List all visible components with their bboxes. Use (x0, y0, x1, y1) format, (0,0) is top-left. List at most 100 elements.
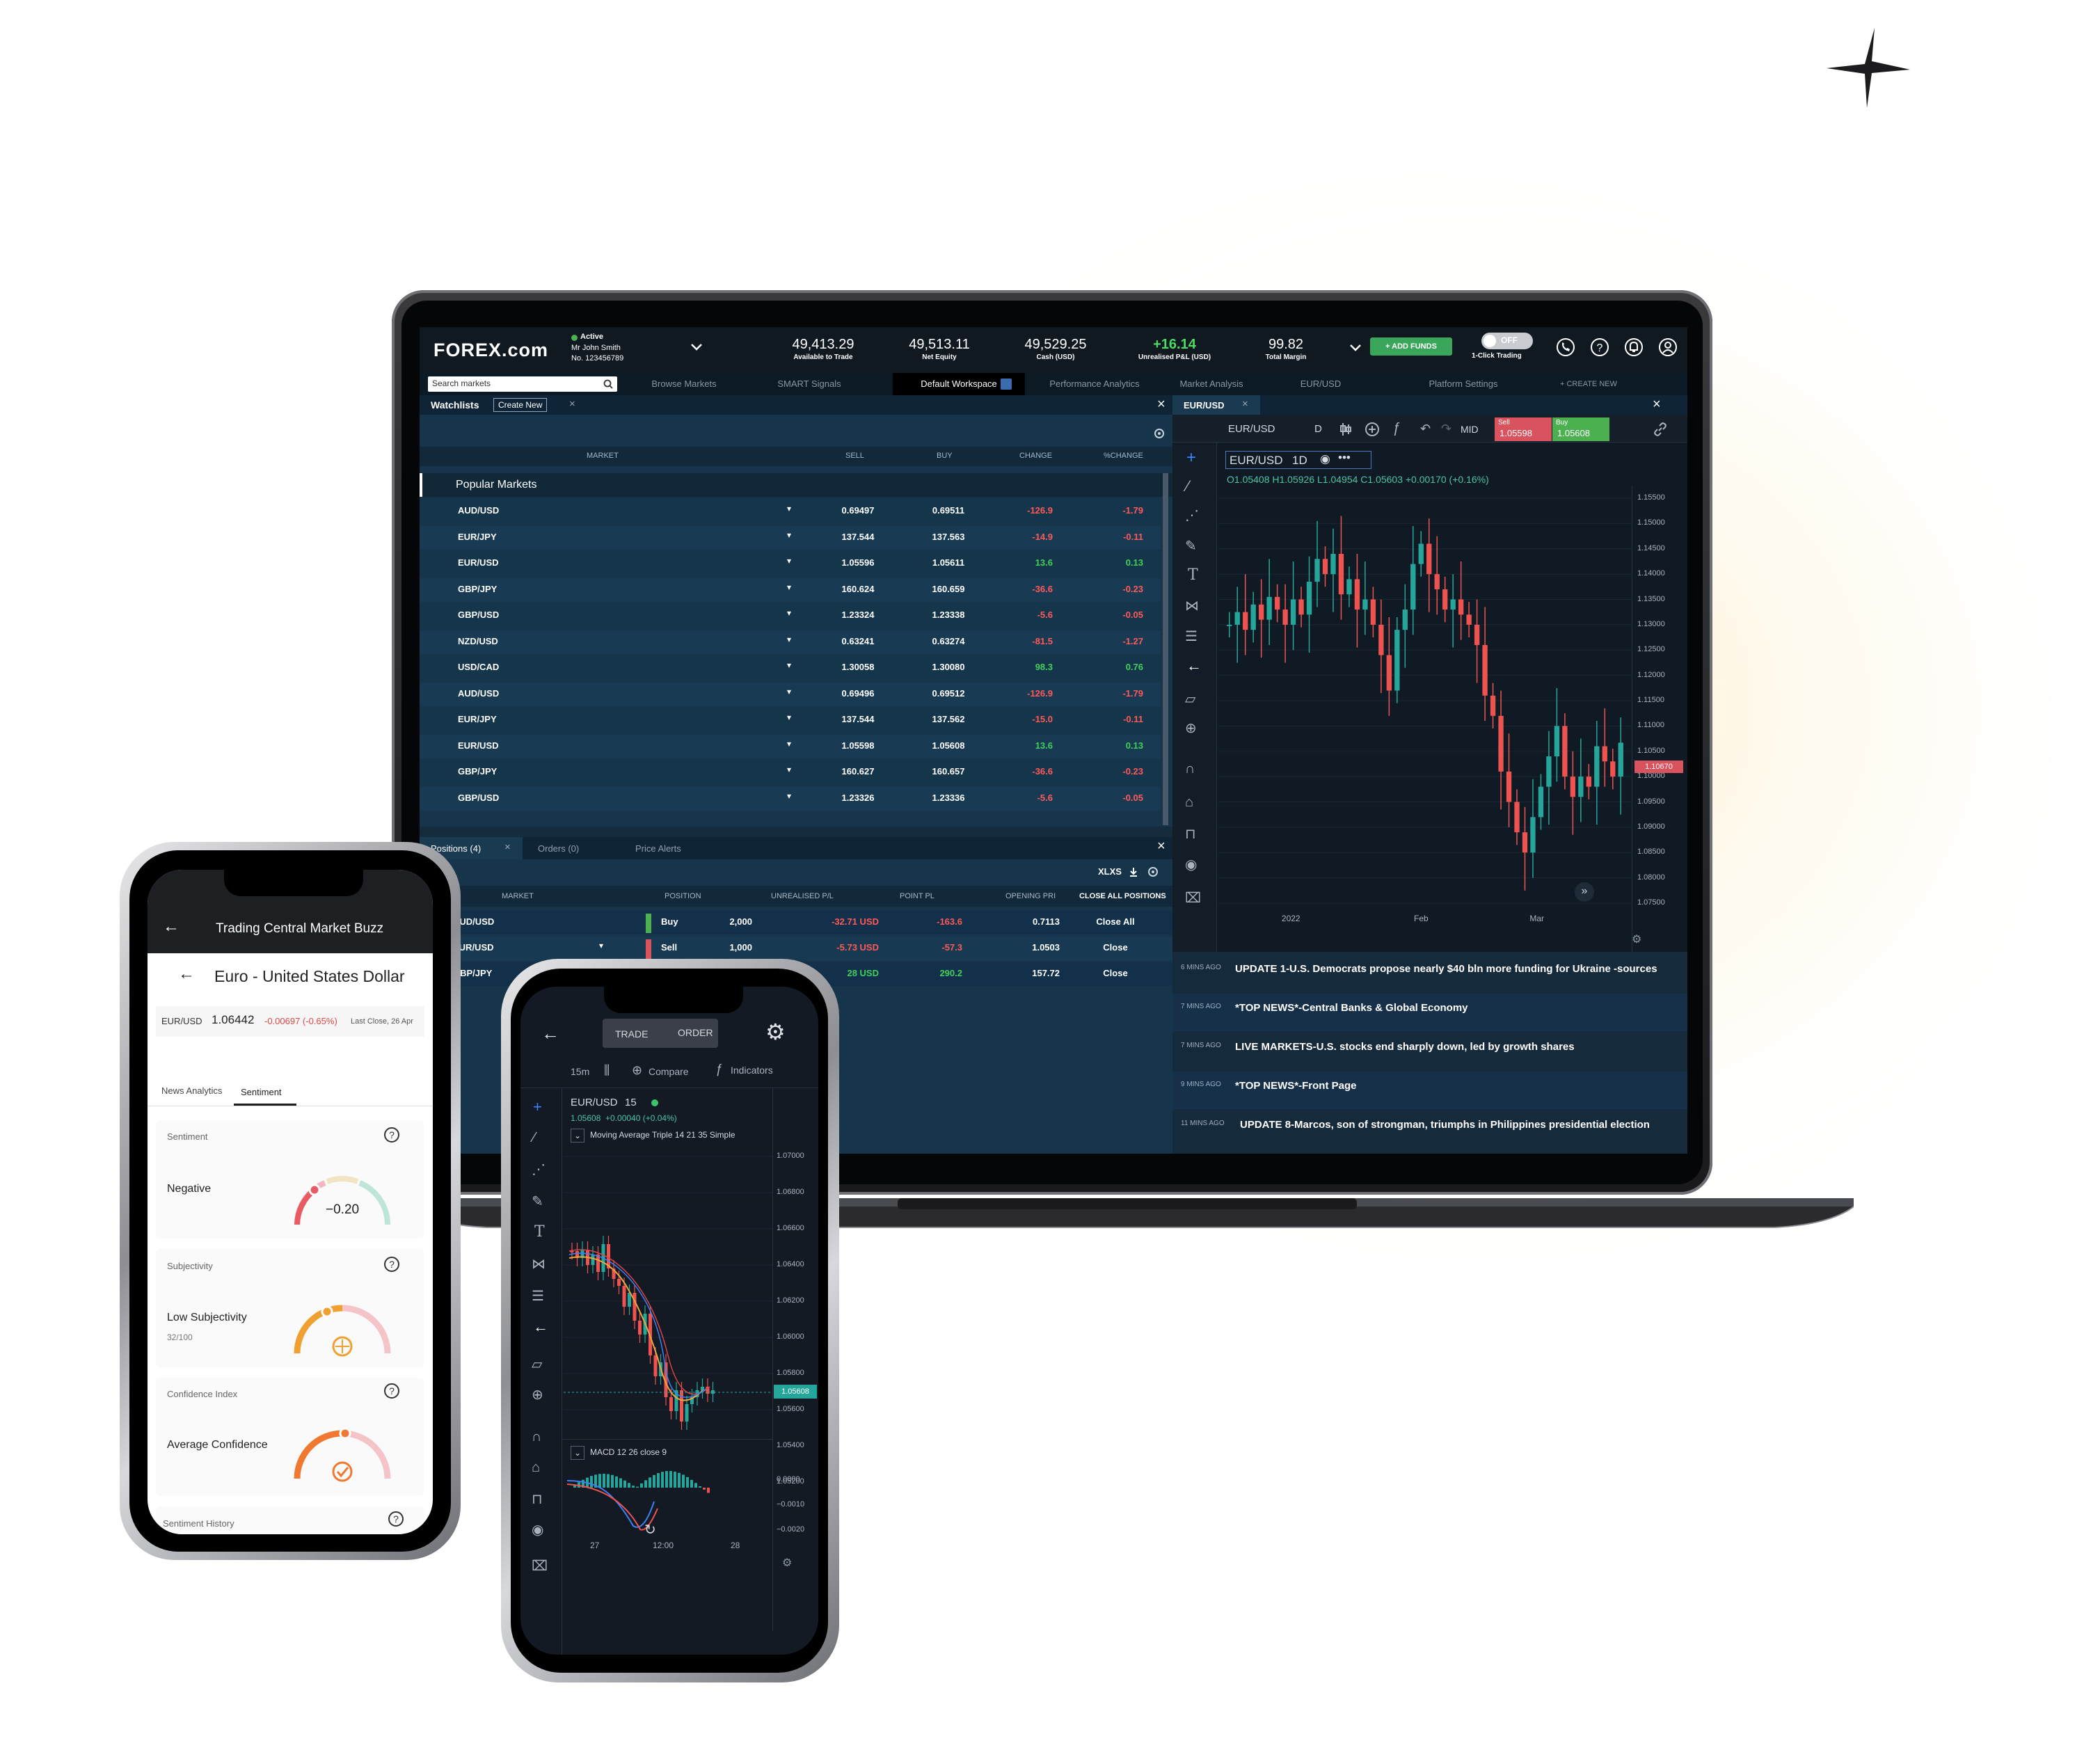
row-market[interactable]: GBP/USD (458, 610, 499, 620)
profile-icon[interactable] (1657, 337, 1678, 358)
help-icon[interactable]: ? (1589, 337, 1610, 358)
p2-settings-small-icon[interactable]: ⚙ (782, 1556, 792, 1570)
chart-settings-icon[interactable]: ⚙ (1632, 932, 1641, 946)
row-expand-icon[interactable]: ▾ (787, 582, 791, 592)
tab-sentiment[interactable]: Sentiment (241, 1087, 282, 1097)
p2-lock-drawing-icon[interactable]: ⌂ (532, 1460, 540, 1476)
row-expand-icon[interactable]: ▾ (787, 739, 791, 749)
add-indicator-icon[interactable] (1365, 422, 1380, 437)
close-chart-tab-icon[interactable]: × (1242, 398, 1248, 410)
magnet-icon[interactable]: ∩ (1185, 761, 1195, 777)
tab-smart-signals[interactable]: SMART Signals (747, 373, 872, 395)
row-expand-icon[interactable]: ▾ (787, 713, 791, 722)
price-chart[interactable] (1218, 486, 1632, 931)
row-market[interactable]: GBP/JPY (458, 766, 497, 777)
p2-price-chart[interactable] (564, 1147, 772, 1439)
p2-back-icon[interactable]: ← (541, 1023, 559, 1044)
tab-create-new[interactable]: + CREATE NEW (1540, 373, 1637, 395)
row-sell[interactable]: 0.69496 (834, 688, 882, 699)
p2-macd-collapse-icon[interactable]: ⌄ (571, 1446, 584, 1460)
row-sell[interactable]: 1.23326 (834, 793, 882, 803)
price-type-mid[interactable]: MID (1461, 424, 1479, 435)
ruler-icon[interactable]: ▱ (1185, 690, 1195, 708)
p2-ruler-icon[interactable]: ▱ (532, 1355, 542, 1373)
position-close-button[interactable]: Close All (1077, 916, 1154, 927)
row-buy[interactable]: 1.23338 (924, 610, 973, 620)
news-headline[interactable]: UPDATE 1-U.S. Democrats propose nearly $… (1181, 962, 1668, 977)
eye-icon[interactable]: ◉ (1320, 452, 1330, 466)
p2-indicators-icon[interactable]: ƒ (715, 1062, 722, 1076)
p2-reset-icon[interactable]: ↻ (644, 1521, 656, 1538)
crosshair-icon[interactable]: + (1186, 448, 1196, 468)
download-icon[interactable] (1128, 866, 1139, 877)
news-headline[interactable]: LIVE MARKETS-U.S. stocks end sharply dow… (1181, 1040, 1668, 1055)
row-market[interactable]: NZD/USD (458, 636, 498, 646)
row-expand-icon[interactable]: ▾ (787, 791, 791, 801)
chart-symbol[interactable]: EUR/USD (1228, 423, 1275, 435)
row-buy[interactable]: 1.05611 (924, 557, 973, 568)
row-buy[interactable]: 1.30080 (924, 662, 973, 672)
positions-settings-icon[interactable] (1146, 865, 1160, 879)
row-sell[interactable]: 1.23324 (834, 610, 882, 620)
row-buy[interactable]: 160.659 (924, 584, 973, 594)
p2-measure-icon[interactable]: ☰ (532, 1287, 544, 1305)
row-sell[interactable]: 1.05598 (834, 740, 882, 751)
tab-watchlists[interactable]: Watchlists (431, 399, 479, 411)
row-buy[interactable]: 137.562 (924, 714, 973, 724)
row-market[interactable]: GBP/USD (458, 793, 499, 803)
p2-tab-order[interactable]: ORDER (678, 1027, 713, 1038)
p2-text-icon[interactable]: T (534, 1223, 545, 1241)
undo-icon[interactable]: ↶ (1420, 422, 1431, 436)
row-expand-icon[interactable]: ▾ (787, 635, 791, 644)
zoom-icon[interactable]: ⊕ (1185, 719, 1197, 737)
redo-icon[interactable]: ↷ (1441, 422, 1451, 436)
row-market[interactable]: EUR/JPY (458, 532, 497, 542)
stats-dropdown-icon[interactable] (1349, 344, 1362, 352)
p2-trash-icon[interactable]: ⌧ (532, 1557, 548, 1575)
p2-visibility-icon[interactable]: ◉ (532, 1521, 543, 1538)
news-headline[interactable]: *TOP NEWS*-Front Page (1181, 1079, 1668, 1094)
p2-back-arrow-icon[interactable]: ← (533, 1318, 548, 1336)
p1-back-arrow-icon[interactable]: ← (178, 964, 195, 984)
row-sell[interactable]: 1.30058 (834, 662, 882, 672)
measure-icon[interactable]: ☰ (1185, 628, 1198, 645)
p2-symbol[interactable]: EUR/USD (571, 1097, 618, 1108)
close-all-positions-header[interactable]: CLOSE ALL POSITIONS (1079, 892, 1166, 900)
confidence-help-icon[interactable]: ? (384, 1383, 399, 1399)
scroll-right-icon[interactable]: » (1575, 882, 1594, 902)
watchlist-settings-icon[interactable] (1152, 426, 1167, 441)
tab-browse-markets[interactable]: Browse Markets (621, 373, 747, 395)
group-popular-markets[interactable]: Popular Markets (456, 479, 537, 491)
p2-interval[interactable]: 15m (571, 1066, 589, 1077)
tab-orders[interactable]: Orders (0) (538, 843, 579, 854)
notifications-icon[interactable] (1623, 337, 1644, 358)
fib-icon[interactable]: ⋰ (1185, 507, 1199, 524)
row-buy[interactable]: 0.69512 (924, 688, 973, 699)
add-funds-button[interactable]: + ADD FUNDS (1370, 337, 1452, 356)
p2-magnet-icon[interactable]: ∩ (532, 1429, 541, 1445)
candle-type-icon[interactable] (1338, 422, 1353, 437)
row-buy[interactable]: 137.563 (924, 532, 973, 542)
p1-back-icon[interactable]: ← (163, 917, 180, 937)
search-input[interactable]: Search markets (428, 376, 617, 392)
p2-settings-icon[interactable]: ⚙ (765, 1019, 786, 1045)
row-sell[interactable]: 1.05596 (834, 557, 882, 568)
row-market[interactable]: AUD/USD (458, 505, 499, 516)
p2-fib-icon[interactable]: ⋰ (532, 1161, 546, 1178)
lock-drawing-icon[interactable]: ⌂ (1185, 795, 1193, 811)
sentiment-help-icon[interactable]: ? (384, 1127, 399, 1143)
row-expand-icon[interactable]: ▾ (787, 660, 791, 670)
brand-logo[interactable]: FOREX.com (433, 340, 548, 361)
function-icon[interactable]: ƒ (1392, 420, 1400, 436)
visibility-icon[interactable]: ◉ (1185, 856, 1197, 873)
row-sell[interactable]: 0.63241 (834, 636, 882, 646)
phone-icon[interactable] (1555, 337, 1576, 358)
account-dropdown-icon[interactable] (690, 342, 703, 352)
text-tool-icon[interactable]: T (1188, 566, 1198, 584)
row-buy[interactable]: 1.05608 (924, 740, 973, 751)
row-market[interactable]: AUD/USD (458, 688, 499, 699)
trash-icon[interactable]: ⌧ (1185, 889, 1201, 907)
lock-icon[interactable]: ⊓ (1185, 825, 1196, 843)
row-buy[interactable]: 160.657 (924, 766, 973, 777)
link-icon[interactable] (1653, 422, 1668, 437)
